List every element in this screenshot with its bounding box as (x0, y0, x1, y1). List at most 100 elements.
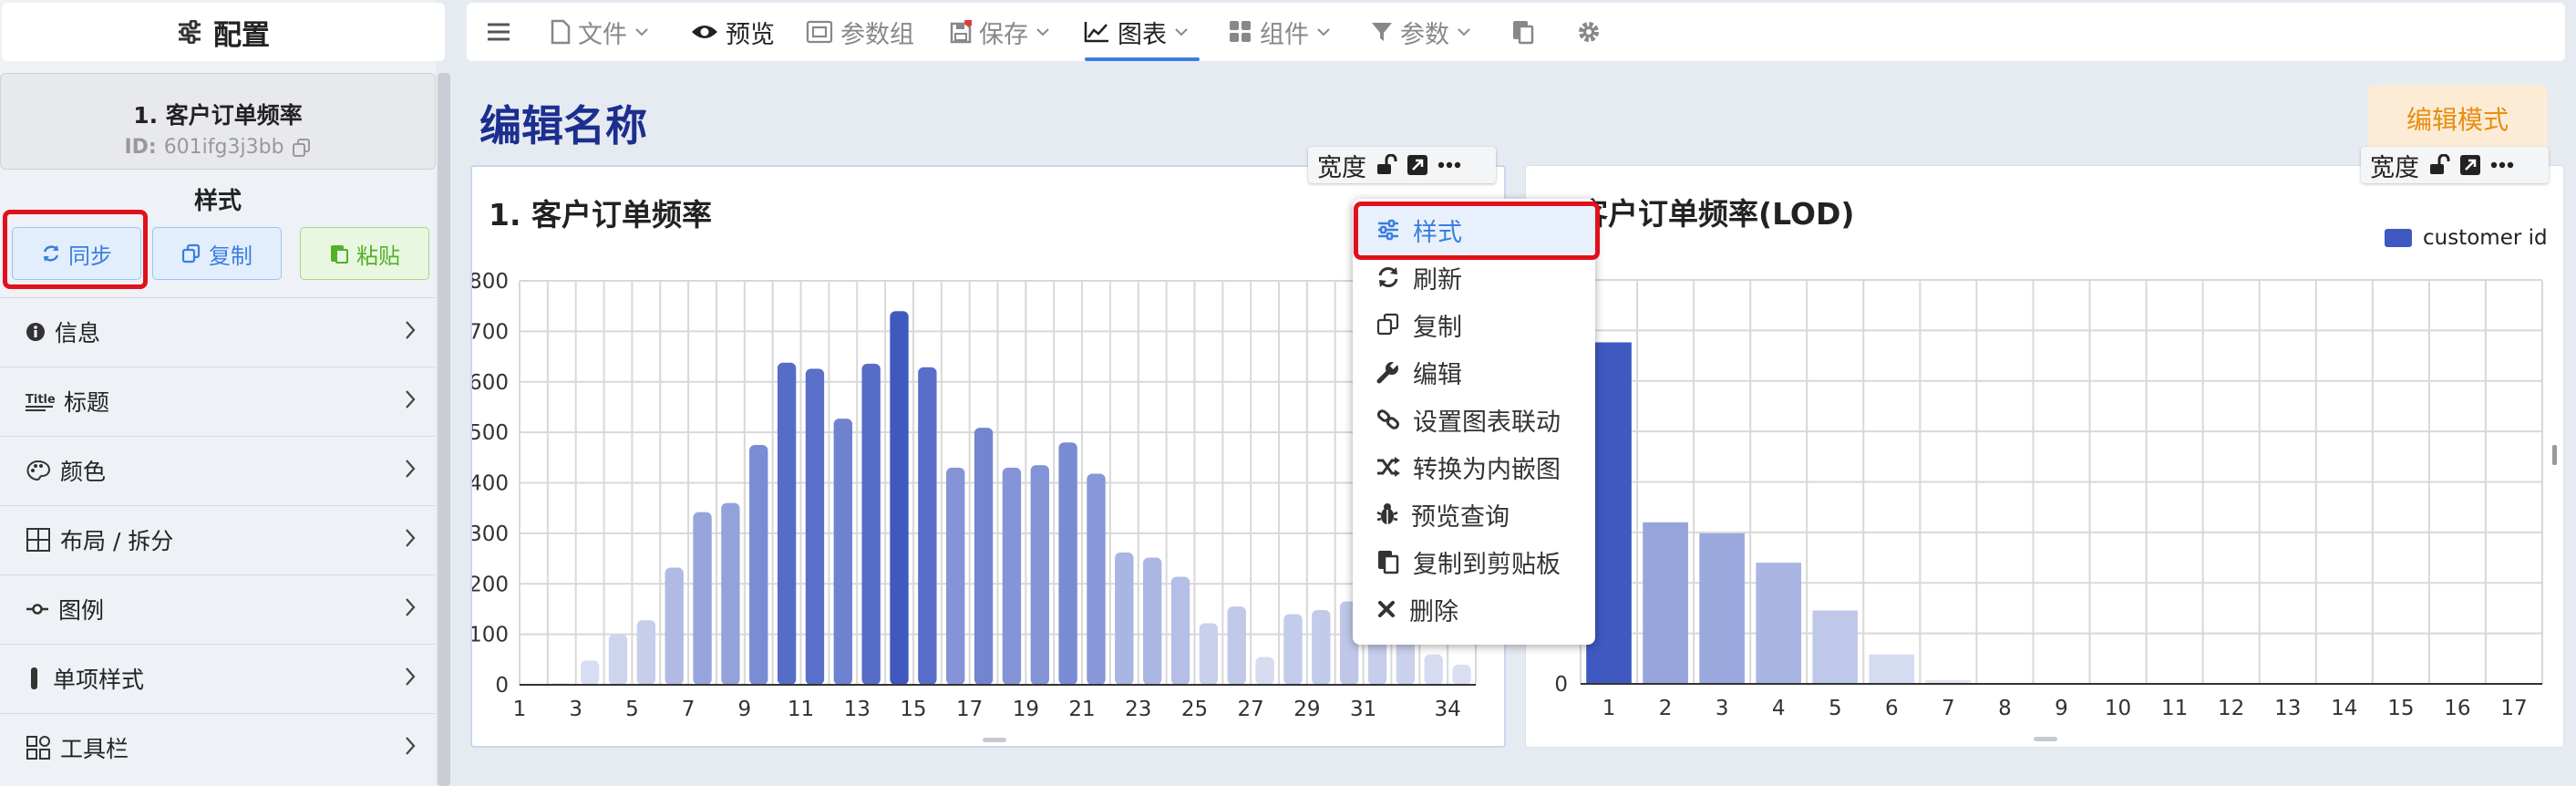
copy-icon (181, 243, 201, 264)
bar[interactable] (721, 502, 740, 685)
bar[interactable] (1002, 467, 1022, 685)
bar[interactable] (636, 620, 656, 685)
menu-item-8[interactable]: 删除 (1353, 585, 1595, 633)
y-tick-label: 500 (472, 421, 509, 445)
bar[interactable] (608, 634, 628, 685)
menu-item-1[interactable]: 刷新 (1353, 253, 1595, 301)
menu-item-6[interactable]: 预览查询 (1353, 491, 1595, 538)
bar[interactable] (777, 362, 797, 685)
menu-item-2[interactable]: 复制 (1353, 301, 1595, 348)
sidebar-item-1[interactable]: Title 标题 (0, 367, 436, 435)
param-group-icon (806, 20, 833, 44)
bar[interactable] (1699, 533, 1745, 684)
clipboard-button[interactable] (1511, 3, 1535, 61)
file-menu[interactable]: 文件 (551, 3, 649, 61)
bar[interactable] (665, 567, 684, 685)
chart-panel-1[interactable]: 1. 客户订单频率 0 100 200 300 400 500 600 700 800 1 3 5 7 9… (470, 165, 1506, 748)
width-label[interactable]: 宽度 (1317, 148, 1366, 183)
bug-icon (1376, 502, 1398, 526)
chart-context-menu: 样式 刷新 复制 编辑 设置图表联动 转换为内嵌图 预览查询 复制到剪贴板 删除 (1353, 199, 1595, 645)
sidebar-item-5[interactable]: 单项样式 (0, 644, 436, 712)
x-tick-label: 4 (1772, 697, 1786, 720)
page-title[interactable]: 编辑名称 (479, 93, 647, 153)
x-tick-label: 1 (513, 698, 527, 721)
menu-item-7[interactable]: 复制到剪贴板 (1353, 538, 1595, 585)
x-tick-label: 11 (2161, 697, 2188, 720)
bar[interactable] (890, 311, 909, 685)
menu-toggle-button[interactable] (487, 3, 510, 61)
bar[interactable] (974, 428, 994, 685)
bar[interactable] (749, 444, 768, 685)
menu-item-label: 预览查询 (1411, 502, 1510, 532)
bar[interactable] (1227, 606, 1246, 685)
bar[interactable] (1143, 557, 1162, 685)
preview-button[interactable]: 预览 (691, 3, 775, 61)
bar[interactable] (918, 367, 937, 685)
menu-item-3[interactable]: 编辑 (1353, 348, 1595, 396)
paste-style-button[interactable]: 粘贴 (300, 227, 429, 280)
bar[interactable] (1030, 465, 1049, 685)
unlock-icon[interactable] (1376, 154, 1397, 176)
bar[interactable] (1756, 563, 1802, 684)
expand-icon[interactable] (1406, 154, 1428, 176)
resize-handle[interactable] (2034, 737, 2057, 741)
bar[interactable] (1869, 654, 1915, 684)
menu-item-5[interactable]: 转换为内嵌图 (1353, 443, 1595, 491)
sidebar-item-4[interactable]: 图例 (0, 574, 436, 643)
components-label: 组件 (1260, 20, 1309, 49)
settings-button[interactable] (1577, 3, 1601, 61)
more-icon[interactable] (1437, 161, 1461, 169)
chevron-down-icon (1457, 27, 1471, 36)
unlock-icon[interactable] (2428, 154, 2450, 176)
bar[interactable] (1115, 552, 1134, 685)
expand-icon[interactable] (2459, 154, 2481, 176)
bar[interactable] (1424, 654, 1443, 685)
sidebar-item-2[interactable]: 颜色 (0, 436, 436, 504)
sidebar-item-label: 图例 (58, 597, 105, 624)
param-group-button[interactable]: 参数组 (806, 3, 914, 61)
sidebar-item-3[interactable]: 布局 / 拆分 (0, 505, 436, 574)
chart-legend[interactable]: customer id (2385, 226, 2548, 250)
highlight-box (1354, 202, 1600, 260)
more-icon[interactable] (2490, 161, 2514, 169)
sidebar-item-6[interactable]: 工具栏 (0, 713, 436, 781)
chevron-right-icon (405, 459, 416, 479)
width-label[interactable]: 宽度 (2370, 148, 2419, 183)
bar[interactable] (805, 368, 825, 685)
refresh-icon (1376, 266, 1400, 288)
x-tick-label: 13 (844, 698, 871, 721)
bar[interactable] (1058, 442, 1077, 685)
save-menu[interactable]: 保存 (950, 3, 1050, 61)
sidebar-item-0[interactable]: 信息 (0, 297, 436, 366)
bar[interactable] (1283, 614, 1303, 685)
bar[interactable] (1170, 576, 1190, 685)
chart-menu[interactable]: 图表 (1083, 3, 1189, 61)
chevron-right-icon (405, 528, 416, 548)
bar[interactable] (1643, 522, 1688, 684)
x-tick-label: 34 (1435, 698, 1461, 721)
copy-style-button[interactable]: 复制 (152, 227, 282, 280)
params-menu[interactable]: 参数 (1371, 3, 1471, 61)
menu-item-4[interactable]: 设置图表联动 (1353, 396, 1595, 443)
bar[interactable] (1199, 623, 1219, 685)
bar[interactable] (833, 419, 852, 685)
bar[interactable] (1312, 610, 1331, 685)
bar[interactable] (580, 660, 600, 685)
bar[interactable] (1087, 473, 1106, 685)
copy-icon[interactable] (292, 138, 312, 158)
sidebar-scrollbar[interactable] (438, 73, 450, 786)
bar[interactable] (1812, 610, 1859, 684)
y-tick-label: 400 (472, 472, 509, 496)
save-icon (950, 20, 972, 44)
resize-handle[interactable] (983, 738, 1006, 742)
bar[interactable] (693, 512, 712, 685)
bar[interactable] (861, 363, 881, 685)
components-menu[interactable]: 组件 (1229, 3, 1331, 61)
bar[interactable] (1452, 664, 1471, 685)
x-tick-label: 29 (1293, 698, 1320, 721)
edit-mode-button[interactable]: 编辑模式 (2368, 85, 2547, 152)
chart-panel-2[interactable]: 客户订单频率(LOD) 0 1 2 3 4 5 6 7 8 9 10 11 12 13 14 15 16 17 (1525, 165, 2564, 748)
panel-scroll-indicator[interactable] (2552, 445, 2557, 465)
bar[interactable] (1255, 657, 1274, 685)
bar[interactable] (946, 467, 965, 685)
